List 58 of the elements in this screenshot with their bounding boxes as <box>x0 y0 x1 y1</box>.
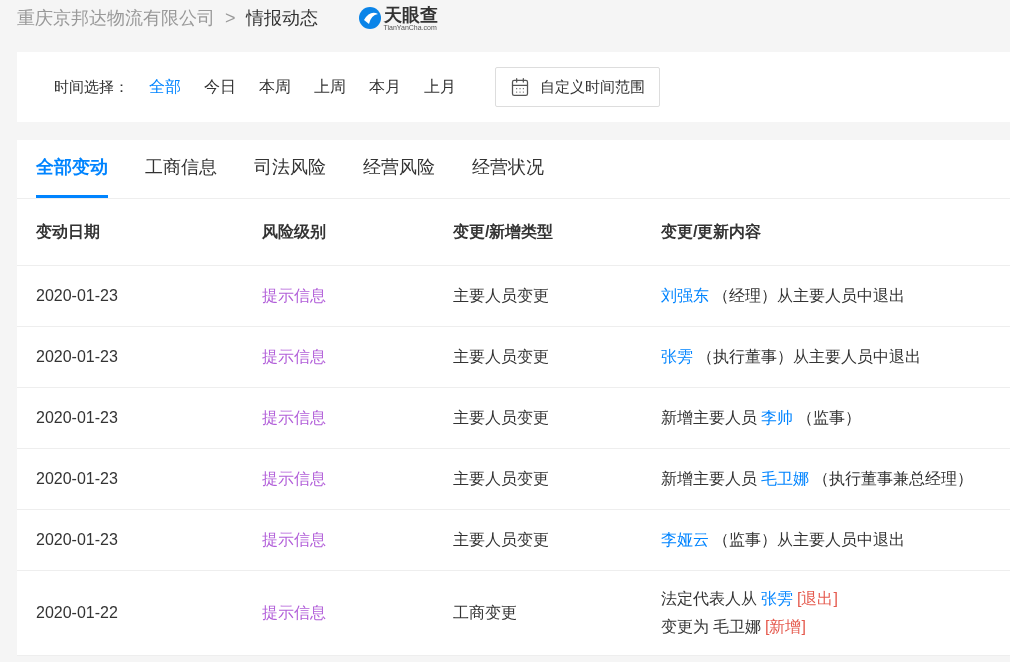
person-link[interactable]: 张雱 <box>661 345 693 369</box>
time-option[interactable]: 本月 <box>369 75 401 99</box>
content-text: 毛卫娜 <box>713 617 761 637</box>
custom-range-button[interactable]: 自定义时间范围 <box>495 67 660 107</box>
person-link[interactable]: 李帅 <box>761 406 793 430</box>
risk-level: 提示信息 <box>262 530 327 550</box>
person-link[interactable]: 李娅云 <box>661 528 709 552</box>
tab[interactable]: 经营风险 <box>363 140 435 198</box>
date-cell-text: 2020-01-23 <box>36 469 119 489</box>
change-type: 主要人员变更 <box>453 469 550 489</box>
time-option[interactable]: 全部 <box>149 75 181 99</box>
change-type: 主要人员变更 <box>453 347 550 367</box>
logo-icon <box>357 6 382 30</box>
date-cell-text: 2020-01-23 <box>36 530 119 550</box>
content-text: 新增主要人员 <box>661 408 757 428</box>
column-header: 变更/更新内容 <box>661 222 763 242</box>
tab[interactable]: 全部变动 <box>36 140 108 198</box>
content-text: （监事） <box>797 408 861 428</box>
date-cell-text: 2020-01-23 <box>36 408 119 428</box>
risk-level: 提示信息 <box>262 469 327 489</box>
risk-level: 提示信息 <box>262 603 327 623</box>
person-link[interactable]: 毛卫娜 <box>761 467 809 491</box>
content-text: 新增主要人员 <box>661 469 757 489</box>
date-cell-text: 2020-01-23 <box>36 347 119 367</box>
change-type: 主要人员变更 <box>453 286 550 306</box>
breadcrumb-separator: > <box>225 6 236 30</box>
tab[interactable]: 司法风险 <box>254 140 326 198</box>
column-header: 变动日期 <box>36 222 101 242</box>
person-link[interactable]: 刘强东 <box>661 284 709 308</box>
change-type: 工商变更 <box>453 603 518 623</box>
change-tag: [退出] <box>797 587 838 611</box>
date-cell-text: 2020-01-23 <box>36 286 119 306</box>
content-text: 变更为 <box>661 617 709 637</box>
time-option[interactable]: 本周 <box>259 75 291 99</box>
risk-level: 提示信息 <box>262 286 327 306</box>
tab[interactable]: 经营状况 <box>472 140 544 198</box>
person-link[interactable]: 张雱 <box>761 587 793 611</box>
change-tag: [新增] <box>765 615 806 639</box>
time-option[interactable]: 上月 <box>424 75 456 99</box>
content-text: （执行董事）从主要人员中退出 <box>697 347 921 367</box>
time-option[interactable]: 今日 <box>204 75 236 99</box>
filter-label: 时间选择： <box>54 76 129 97</box>
page-title: 情报动态 <box>245 6 318 30</box>
date-cell-text: 2020-01-22 <box>36 603 119 623</box>
content-text: （执行董事兼总经理） <box>813 469 973 489</box>
content-text: 法定代表人从 <box>661 589 757 609</box>
content-text: （监事）从主要人员中退出 <box>713 530 905 550</box>
logo-name: 天眼查 <box>383 5 438 24</box>
change-type: 主要人员变更 <box>453 530 550 550</box>
time-option[interactable]: 上周 <box>314 75 346 99</box>
calendar-icon <box>510 77 530 97</box>
change-type: 主要人员变更 <box>453 408 550 428</box>
tab[interactable]: 工商信息 <box>145 140 217 198</box>
column-header: 风险级别 <box>262 222 327 242</box>
risk-level: 提示信息 <box>262 347 327 367</box>
column-header: 变更/新增类型 <box>453 222 555 242</box>
content-text: （经理）从主要人员中退出 <box>713 286 905 306</box>
risk-level: 提示信息 <box>262 408 327 428</box>
